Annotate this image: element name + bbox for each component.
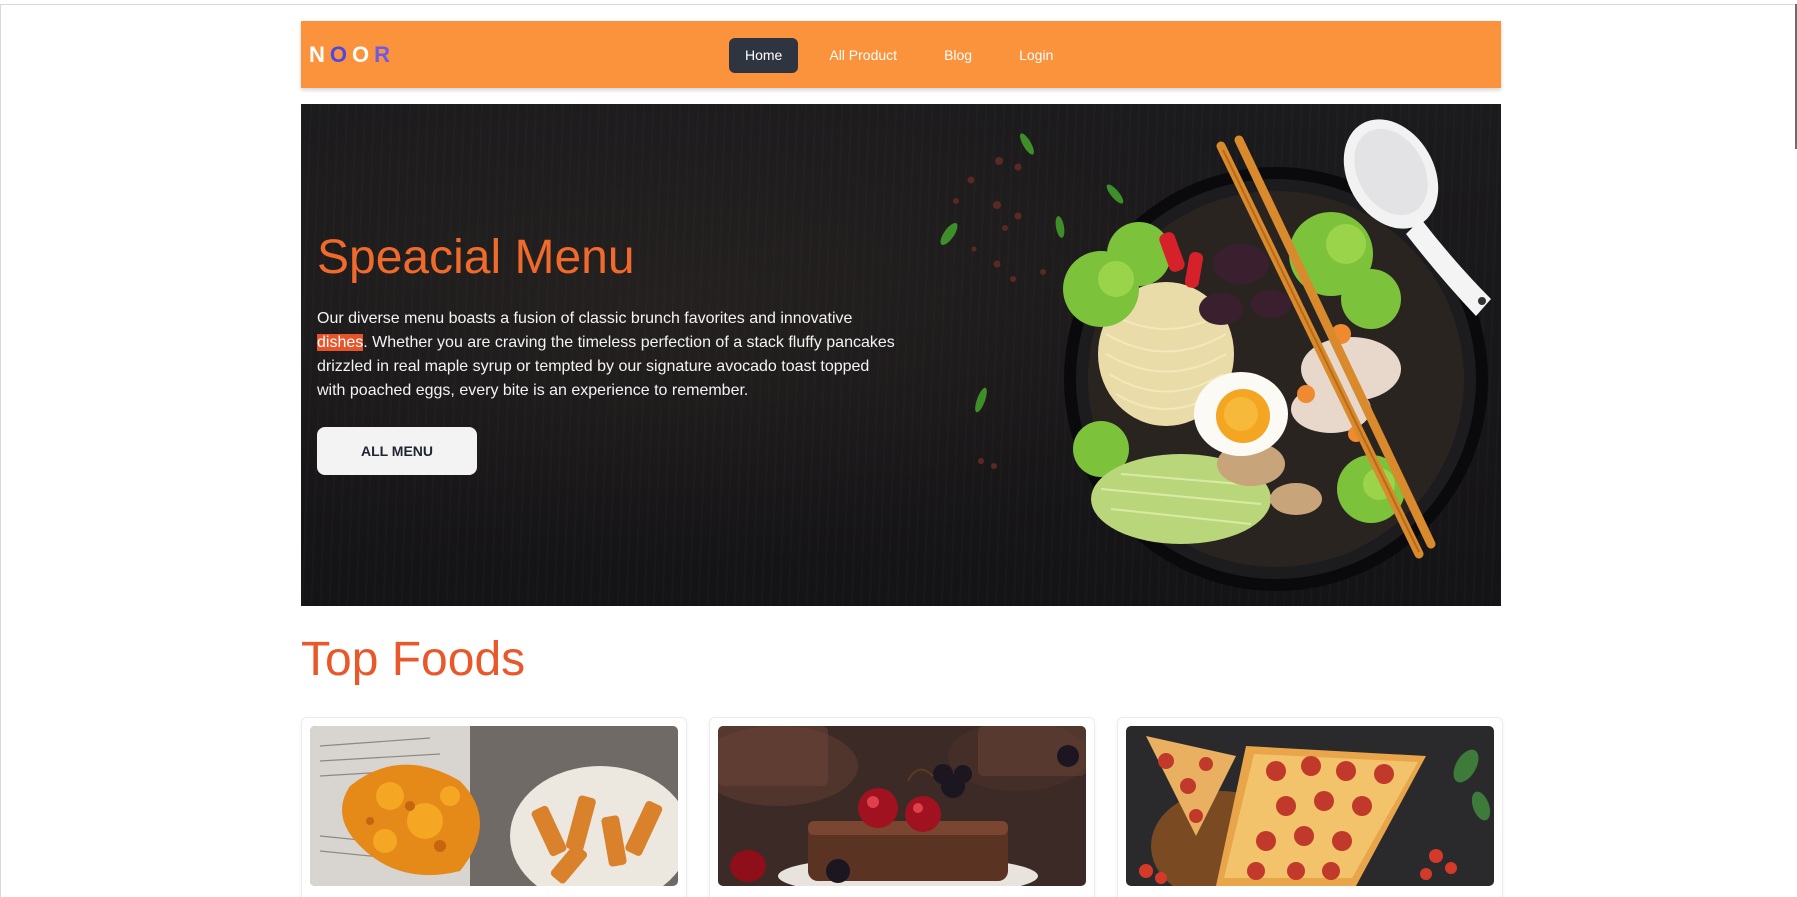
food-card[interactable]: [301, 717, 687, 897]
browser-frame-left: [0, 4, 1, 897]
top-foods-title: Top Foods: [301, 633, 526, 686]
nav-link-blog[interactable]: Blog: [928, 38, 988, 73]
nav-link-login[interactable]: Login: [1003, 38, 1069, 73]
logo-letter-n: N: [309, 42, 327, 67]
logo-letter-o1: O: [329, 42, 350, 67]
nav-link-home[interactable]: Home: [729, 38, 799, 73]
hero-text-end: . Whether you are craving the timeless p…: [317, 334, 895, 399]
all-menu-button[interactable]: ALL MENU: [317, 427, 477, 475]
pepperoni-pizza-image: [1126, 726, 1494, 886]
hero-description: Our diverse menu boasts a fusion of clas…: [317, 307, 897, 403]
fried-fish-image: [310, 726, 678, 886]
logo-letter-o2: O: [352, 42, 372, 67]
hero-text-highlight: dishes: [317, 334, 364, 351]
logo-letter-r: R: [374, 42, 393, 67]
brand-logo[interactable]: NOOR: [309, 42, 395, 68]
ramen-bowl-image: [940, 119, 1491, 591]
browser-frame-top: [0, 4, 1797, 5]
hero-banner: Speacial Menu Our diverse menu boasts a …: [301, 104, 1501, 606]
food-card[interactable]: [709, 717, 1095, 897]
nav-menu: Home All Product Blog Login: [729, 38, 1084, 73]
hero-text-start: Our diverse menu boasts a fusion of clas…: [317, 310, 853, 327]
food-card[interactable]: [1117, 717, 1503, 897]
hero-title: Speacial Menu: [317, 231, 635, 284]
nav-link-all-product[interactable]: All Product: [813, 38, 913, 73]
navbar: NOOR Home All Product Blog Login: [301, 21, 1501, 88]
chocolate-cake-image: [718, 726, 1086, 886]
